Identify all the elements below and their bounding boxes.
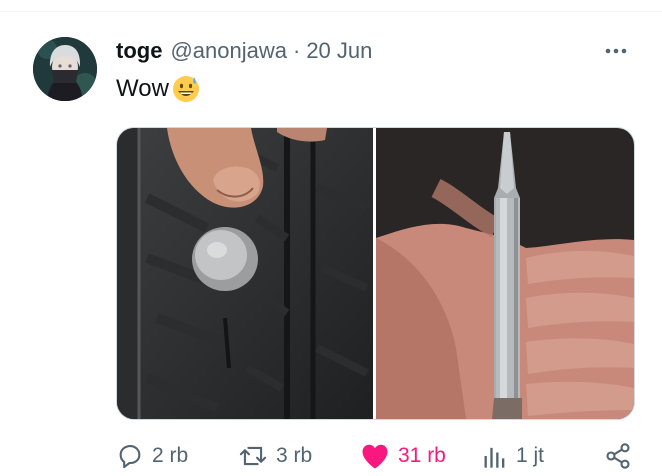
analytics-icon [484,447,505,468]
retweet-count: 3 rb [276,444,313,467]
tweet-text-content: Wow [116,75,169,102]
user-handle[interactable]: @anonjawa [170,38,287,64]
views-count: 1 jt [516,444,545,467]
views-button[interactable]: 1 jt [482,438,544,474]
avatar-image [33,37,97,101]
more-options-button[interactable] [598,36,634,66]
photo-tire[interactable] [117,128,373,419]
tweet-header: toge @anonjawa · 20 Jun [116,36,372,66]
display-name[interactable]: toge [116,38,162,64]
divider [0,11,662,12]
photo-bullet-in-hand[interactable] [376,128,634,419]
grinning-sweat-emoji-icon [171,74,201,104]
more-icon [605,48,627,54]
reply-icon [119,445,141,469]
media-gallery[interactable] [116,127,635,420]
like-button[interactable]: 31 rb [360,438,446,474]
retweet-icon [239,446,267,466]
tweet-text: Wow [116,72,201,106]
tweet-actions: 2 rb 3 rb 31 rb 1 jt [116,438,636,474]
reply-count: 2 rb [152,444,189,467]
separator-dot: · [292,38,301,63]
like-count: 31 rb [398,444,446,467]
retweet-button[interactable]: 3 rb [238,438,312,474]
share-icon [606,443,630,469]
reply-button[interactable]: 2 rb [116,438,188,474]
tweet-date[interactable]: 20 Jun [306,38,372,64]
share-button[interactable] [604,438,632,474]
heart-icon [362,444,388,469]
avatar[interactable] [33,37,97,101]
